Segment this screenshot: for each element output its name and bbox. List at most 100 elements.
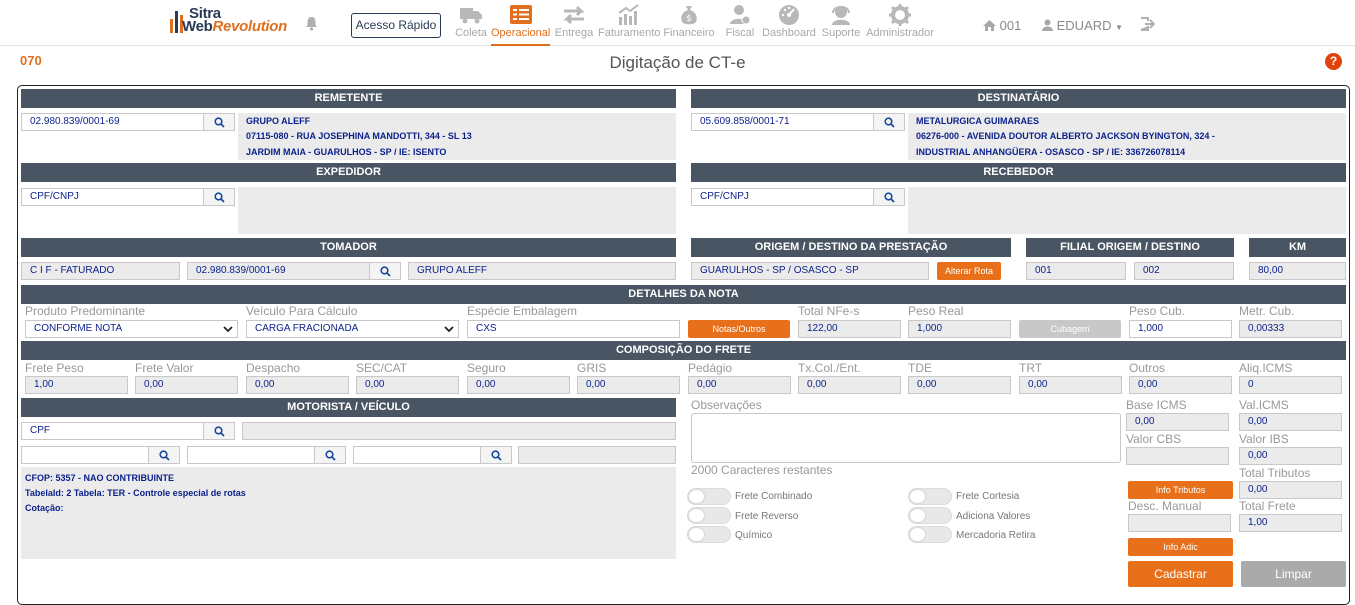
destinatario-search-button[interactable] [873,113,905,131]
km-value: 80,00 [1249,262,1346,280]
desc-manual-input[interactable] [1128,514,1231,532]
composicao-label: GRIS [577,361,607,375]
veiculo-placa-3-input[interactable] [353,446,481,464]
frete-reverso-label: Frete Reverso [735,511,799,522]
remetente-search-button[interactable] [203,113,235,131]
expedidor-cpf-input[interactable]: CPF/CNPJ [21,188,204,206]
user-menu[interactable]: EDUARD ▼ [1042,18,1123,33]
nav-dashboard[interactable]: Dashboard [762,3,816,39]
val-icms-value: 0,00 [1239,413,1342,431]
chevron-down-icon [223,326,233,333]
tomador-type-select[interactable]: C I F - FATURADO [21,262,180,280]
produto-label: Produto Predominante [25,304,146,318]
composicao-value[interactable]: 0,00 [246,376,349,394]
composicao-value[interactable]: 0,00 [1019,376,1122,394]
composicao-value[interactable]: 0,00 [688,376,791,394]
cotacao-text: Cotação: [25,503,64,513]
motorista-name [242,422,676,440]
motorista-header: MOTORISTA / VEÍCULO [21,398,676,417]
adiciona-valores-toggle[interactable] [908,507,952,524]
nav-entrega[interactable]: Entrega [554,3,594,39]
composicao-value[interactable]: 0,00 [467,376,570,394]
recebedor-cpf-input[interactable]: CPF/CNPJ [691,188,874,206]
remetente-cnpj-input[interactable]: 02.980.839/0001-69 [21,113,204,131]
composicao-value[interactable]: 0,00 [908,376,1011,394]
frete-combinado-toggle[interactable] [687,488,731,505]
search-icon [214,426,225,437]
nav-label: Suporte [821,27,861,39]
nav-label: Financeiro [663,27,715,39]
nav-faturamento[interactable]: Faturamento [598,3,660,39]
expedidor-search-button[interactable] [203,188,235,206]
quick-access-button[interactable]: Acesso Rápido [351,13,441,38]
info-adic-button[interactable]: Info Adic [1128,538,1233,556]
metr-cub-label: Metr. Cub. [1239,304,1295,318]
nav-operacional[interactable]: Operacional [491,3,550,46]
veiculo-placa-2-input[interactable] [187,446,315,464]
alterar-rota-button[interactable]: Alterar Rota [937,262,1001,280]
peso-cub-label: Peso Cub. [1129,304,1186,318]
nav-financeiro[interactable]: $ Financeiro [663,3,715,39]
limpar-button[interactable]: Limpar [1241,561,1346,587]
headset-icon [832,6,850,25]
bell-icon[interactable] [305,16,318,36]
composicao-value[interactable]: 0,00 [577,376,680,394]
total-frete-label: Total Frete [1239,499,1296,513]
total-tributos-label: Total Tributos [1239,466,1311,480]
info-tributos-button[interactable]: Info Tributos [1128,481,1233,499]
veiculo-2-search-button[interactable] [314,446,346,464]
peso-real-value: 1,000 [908,320,1011,338]
brand-line2: WebRevolution [182,18,287,35]
mercadoria-retira-toggle[interactable] [908,526,952,543]
nav-label: Faturamento [598,27,661,39]
adiciona-valores-label: Adiciona Valores [956,511,1031,522]
quimico-toggle[interactable] [687,526,731,543]
remetente-header: REMETENTE [21,89,676,108]
produto-select[interactable]: CONFORME NOTA [25,320,238,338]
frete-cortesia-toggle[interactable] [908,488,952,505]
peso-cub-input[interactable]: 1,000 [1129,320,1232,338]
search-icon [325,450,336,461]
notas-outros-button[interactable]: Notas/Outros [688,320,790,338]
motorista-search-button[interactable] [203,422,235,440]
veiculo-placa-1-input[interactable] [21,446,149,464]
cubagem-button[interactable]: Cubagem [1019,320,1121,338]
destinatario-cnpj-input[interactable]: 05.609.858/0001-71 [691,113,874,131]
nav-coleta[interactable]: Coleta [453,3,489,39]
composicao-value[interactable]: 1,00 [25,376,128,394]
nav-suporte[interactable]: Suporte [820,3,862,39]
observacoes-textarea[interactable] [691,413,1121,463]
help-icon[interactable]: ? [1325,53,1342,70]
especie-input[interactable]: CXS [467,320,680,338]
veiculo-3-search-button[interactable] [480,446,512,464]
nav-label: Fiscal [725,27,755,39]
composicao-value[interactable]: 0,00 [1129,376,1232,394]
search-icon [380,266,391,277]
veiculo-1-search-button[interactable] [148,446,180,464]
destinatario-name: METALURGICA GUIMARAES [916,116,1039,126]
user-icon [1042,19,1053,31]
nav-administrador[interactable]: Administrador [866,3,934,39]
composicao-value[interactable]: 0,00 [798,376,901,394]
composicao-label: Outros [1129,361,1166,375]
user-name: EDUARD [1056,18,1112,33]
composicao-value[interactable]: 0,00 [135,376,238,394]
chart-up-icon [618,4,639,25]
branch-selector[interactable]: 001 [983,18,1021,33]
frete-reverso-toggle[interactable] [687,507,731,524]
observacoes-remaining: 2000 Caracteres restantes [691,463,833,477]
origem-destino-value: GUARULHOS - SP / OSASCO - SP [691,262,929,280]
tomador-cnpj-input[interactable]: 02.980.839/0001-69 [187,262,370,280]
composicao-value[interactable]: 0,00 [356,376,459,394]
veiculo-select[interactable]: CARGA FRACIONADA [246,320,459,338]
destinatario-address: 06276-000 - AVENIDA DOUTOR ALBERTO JACKS… [916,131,1215,141]
motorista-cpf-input[interactable]: CPF [21,422,204,440]
gauge-icon [779,5,799,25]
recebedor-search-button[interactable] [873,188,905,206]
composicao-value[interactable]: 0 [1239,376,1342,394]
nav-fiscal[interactable]: Fiscal [720,3,760,39]
filial-header: FILIAL ORIGEM / DESTINO [1026,238,1234,257]
logout-icon[interactable] [1140,17,1156,36]
tomador-search-button[interactable] [369,262,401,280]
cadastrar-button[interactable]: Cadastrar [1128,561,1233,587]
